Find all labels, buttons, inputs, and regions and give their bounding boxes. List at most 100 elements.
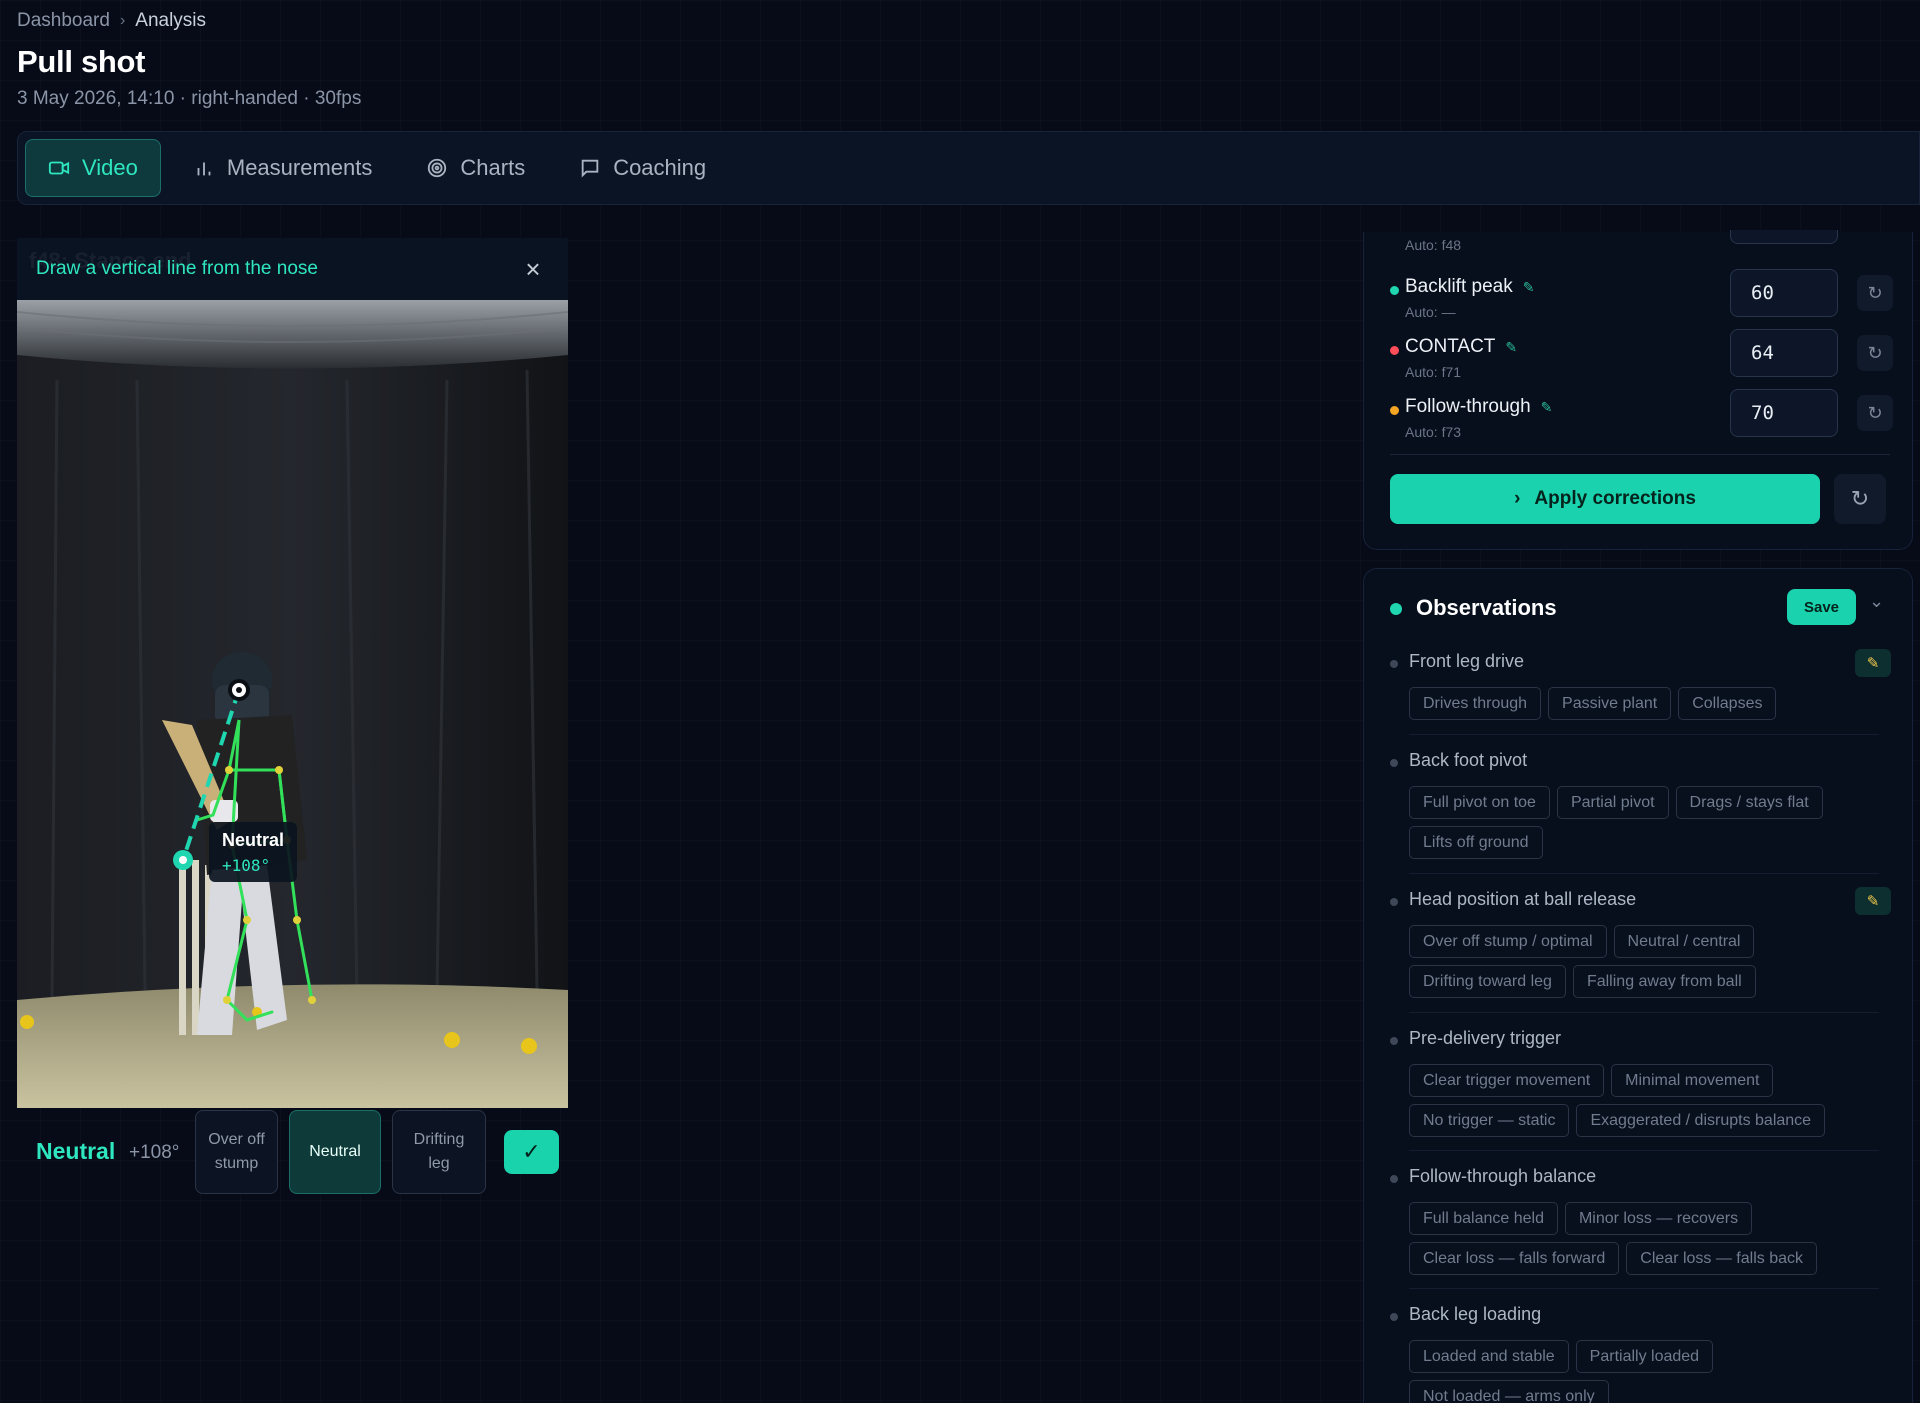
observation-option-chip[interactable]: Over off stump / optimal: [1409, 925, 1607, 958]
target-icon: [428, 158, 447, 178]
phase-status-dot: [1390, 346, 1399, 355]
divider: [1409, 1150, 1879, 1151]
breadcrumb-dashboard-link[interactable]: Dashboard: [17, 10, 110, 32]
tab-charts[interactable]: Charts: [404, 139, 547, 197]
phase-name-text: CONTACT: [1405, 336, 1496, 357]
observation-item: Head position at ball release ✎ Over off s…: [1390, 887, 1891, 1005]
observation-option-chip[interactable]: Partial pivot: [1556, 786, 1669, 819]
confirm-button[interactable]: ✓: [504, 1130, 559, 1174]
apply-corrections-button[interactable]: › Apply corrections: [1390, 474, 1820, 524]
observation-option-chip[interactable]: Lifts off ground: [1409, 826, 1543, 859]
observation-option-chip[interactable]: Passive plant: [1548, 687, 1672, 720]
phase-status-dot: [1390, 286, 1399, 295]
video-panel: f48: Stance end Draw a vertical line fro…: [17, 238, 568, 1194]
save-button[interactable]: Save: [1787, 589, 1856, 625]
phase-name-text: Backlift peak: [1405, 276, 1513, 297]
observation-option-chip[interactable]: No trigger — static: [1409, 1104, 1570, 1137]
observations-status-dot: [1390, 603, 1402, 615]
phase-name: CONTACT ✎: [1405, 336, 1517, 358]
tab-video-label: Video: [82, 155, 138, 180]
reset-icon[interactable]: ↻: [1857, 395, 1893, 431]
observation-options: Drives through Passive plant Collapses: [1409, 687, 1879, 720]
close-icon[interactable]: ×: [520, 256, 546, 282]
reset-all-icon[interactable]: ↻: [1834, 474, 1886, 524]
observation-option-chip[interactable]: Collapses: [1678, 687, 1777, 720]
edit-icon[interactable]: ✎: [1523, 279, 1535, 295]
observation-item: Back leg loading Loaded and stable Partial…: [1390, 1302, 1890, 1403]
tab-coaching-label: Coaching: [613, 155, 707, 180]
observation-status-dot: [1390, 1313, 1398, 1321]
divider: [1390, 454, 1890, 455]
divider: [1409, 873, 1879, 874]
observation-option-chip[interactable]: Drives through: [1409, 687, 1542, 720]
breadcrumb: Dashboard › Analysis: [17, 10, 206, 32]
chevron-down-icon[interactable]: ⌄: [1869, 591, 1884, 612]
observation-label: Follow-through balance: [1409, 1166, 1597, 1186]
observation-option-chip[interactable]: Full pivot on toe: [1409, 786, 1550, 819]
option-drifting-leg[interactable]: Drifting leg: [392, 1110, 486, 1194]
phase-partial-auto: Auto: f48: [1405, 237, 1462, 253]
observation-option-chip[interactable]: Drags / stays flat: [1675, 786, 1823, 819]
video-frame[interactable]: Neutral +108°: [17, 300, 568, 1108]
observation-option-chip[interactable]: Clear loss — falls forward: [1409, 1242, 1620, 1275]
phase-auto-value: Auto: f71: [1405, 364, 1462, 380]
tab-coaching[interactable]: Coaching: [557, 139, 728, 197]
observation-option-chip[interactable]: Neutral / central: [1613, 925, 1755, 958]
phase-frame-input[interactable]: 70: [1730, 389, 1838, 437]
edit-icon[interactable]: ✎: [1541, 399, 1553, 415]
observation-status-dot: [1390, 898, 1398, 906]
observation-item: Back foot pivot Full pivot on toe Partial …: [1390, 748, 1890, 866]
reset-icon[interactable]: ↻: [1857, 335, 1893, 371]
breadcrumb-current: Analysis: [135, 10, 207, 31]
observation-options: Loaded and stable Partially loaded Not loa…: [1409, 1340, 1879, 1403]
phase-auto-value: Auto: —: [1405, 304, 1456, 320]
phase-corrections-panel: Auto: f48 Backlift peak ✎ Auto: — 60 ↻ CO…: [1363, 230, 1913, 550]
observation-item: Front leg drive ✎ Drives through Passive pl…: [1390, 649, 1891, 727]
edit-icon[interactable]: ✎: [1505, 339, 1517, 355]
observation-option-chip[interactable]: Full balance held: [1409, 1202, 1558, 1235]
page-title: Pull shot: [17, 44, 146, 79]
option-over-off-stump[interactable]: Over off stump: [195, 1110, 278, 1194]
check-icon: ✓: [522, 1139, 541, 1164]
observations-title: Observations: [1416, 595, 1557, 620]
observation-status-dot: [1390, 759, 1398, 767]
video-icon: [48, 161, 70, 175]
observation-option-chip[interactable]: Exaggerated / disrupts balance: [1576, 1104, 1826, 1137]
observation-option-chip[interactable]: Minimal movement: [1611, 1064, 1774, 1097]
phase-frame-input[interactable]: 60: [1730, 269, 1838, 317]
observation-option-chip[interactable]: Drifting toward leg: [1409, 965, 1566, 998]
chevron-right-icon: ›: [1514, 488, 1521, 509]
angle-classification-bar: Neutral +108° Over off stump Neutral Dri…: [17, 1108, 568, 1194]
video-frame-image: [17, 300, 568, 1108]
observation-option-chip[interactable]: Partially loaded: [1575, 1340, 1714, 1373]
pencil-icon[interactable]: ✎: [1855, 649, 1891, 677]
observation-option-chip[interactable]: Not loaded — arms only: [1409, 1380, 1609, 1403]
angle-result-label: Neutral: [36, 1138, 116, 1164]
phase-status-dot: [1390, 406, 1399, 415]
page-subtitle: 3 May 2026, 14:10 · right-handed · 30fps: [17, 88, 362, 109]
observation-label: Front leg drive: [1409, 651, 1525, 671]
breadcrumb-separator: ›: [119, 12, 126, 29]
option-neutral[interactable]: Neutral: [289, 1110, 381, 1194]
observation-option-chip[interactable]: Clear trigger movement: [1409, 1064, 1605, 1097]
observation-label: Back leg loading: [1409, 1304, 1542, 1324]
tab-bar: Video Measurements Charts Coaching: [17, 131, 1920, 205]
tab-video[interactable]: Video: [25, 139, 161, 197]
option-over-off-stump-label: Over off stump: [208, 1131, 265, 1172]
observation-option-chip[interactable]: Falling away from ball: [1572, 965, 1756, 998]
observation-item: Pre-delivery trigger Clear trigger moveme…: [1390, 1026, 1890, 1144]
phase-partial-input[interactable]: [1730, 230, 1838, 244]
observation-option-chip[interactable]: Clear loss — falls back: [1626, 1242, 1817, 1275]
observations-panel: Observations Save ⌄ Front leg drive ✎ Driv…: [1363, 568, 1913, 1403]
phase-row-backlift-peak: Backlift peak ✎ Auto: — 60 ↻: [1390, 269, 1893, 334]
observation-option-chip[interactable]: Minor loss — recovers: [1564, 1202, 1753, 1235]
reset-icon[interactable]: ↻: [1857, 275, 1893, 311]
tab-measurements[interactable]: Measurements: [171, 139, 395, 197]
observation-option-chip[interactable]: Loaded and stable: [1409, 1340, 1569, 1373]
divider: [1409, 1012, 1879, 1013]
phase-name: Backlift peak ✎: [1405, 276, 1534, 298]
phase-frame-input[interactable]: 64: [1730, 329, 1838, 377]
phase-name-text: Follow-through: [1405, 396, 1531, 417]
message-icon: [581, 159, 599, 178]
pencil-icon[interactable]: ✎: [1855, 887, 1891, 915]
